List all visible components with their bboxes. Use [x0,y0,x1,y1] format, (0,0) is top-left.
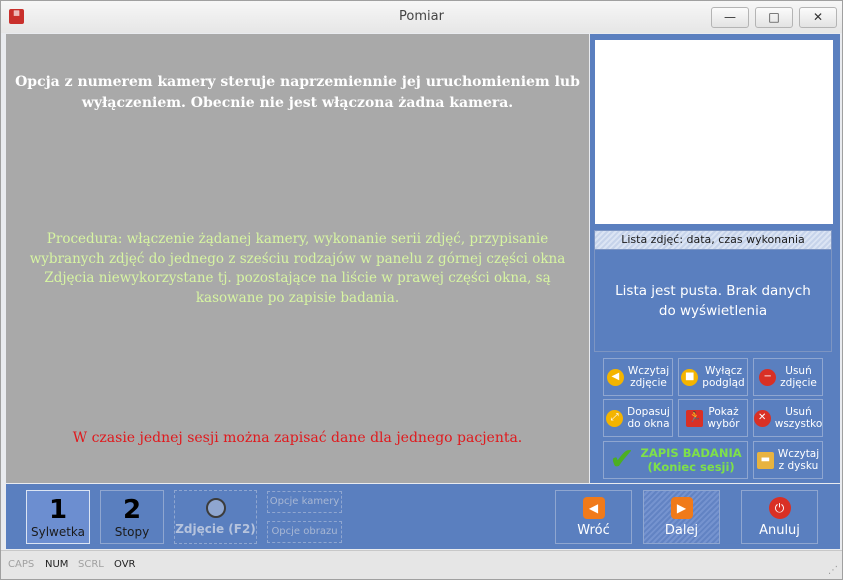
photo-list-empty-text: Lista jest pusta. Brak danych do wyświet… [615,282,811,319]
x-icon: ✕ [753,409,771,427]
load-photo-button[interactable]: ◀ Wczytaj zdjęcie [603,358,673,396]
resize-grip-icon[interactable]: ⋰ [828,565,838,576]
delete-photo-label: Usuń zdjęcie [780,365,817,389]
load-disk-label: Wczytaj z dysku [777,448,820,472]
fit-arrows-icon: ⤢ [606,409,624,427]
runner-icon: 🏃 [686,409,704,427]
num-indicator: NUM [45,559,69,570]
image-options-button[interactable]: Opcje obrazu [267,521,342,543]
camera2-number: 2 [122,495,142,525]
camera-options-button[interactable]: Opcje kamery [267,491,342,513]
fit-window-label: Dopasuj do okna [627,406,670,430]
scrl-indicator: SCRL [78,559,104,570]
camera1-label: Sylwetka [30,525,86,539]
caps-indicator: CAPS [8,559,35,570]
photo-list-header: Lista zdjęć: data, czas wykonania [594,230,832,250]
maximize-button[interactable]: □ [755,7,793,28]
checkmark-icon: ✔ [609,442,635,477]
arrow-left-icon: ◀ [582,497,605,519]
title-bar: ▦ Pomiar — □ ✕ [1,1,842,33]
ovr-indicator: OVR [114,559,136,570]
save-exam-subtitle: (Koniec sesji) [647,460,735,474]
cancel-button[interactable]: ⏻ Anuluj [741,490,818,544]
arrow-left-icon: ◀ [606,368,624,386]
arrow-right-icon: ▶ [670,497,693,519]
power-icon: ⏻ [768,497,791,519]
save-exam-title: ZAPIS BADANIA [640,446,742,460]
photo-list[interactable]: Lista jest pusta. Brak danych do wyświet… [594,250,832,352]
camera2-label: Stopy [114,525,150,539]
take-photo-button[interactable]: Zdjęcie (F2) [174,490,257,544]
camera1-number: 1 [48,495,68,525]
show-selection-button[interactable]: 🏃 Pokaż wybór [678,399,748,437]
delete-photo-button[interactable]: − Usuń zdjęcie [753,358,823,396]
camera1-button[interactable]: 1 Sylwetka [26,490,90,544]
save-exam-button[interactable]: ✔ ZAPIS BADANIA (Koniec sesji) [603,441,748,479]
crosshair-icon [205,498,226,518]
delete-all-button[interactable]: ✕ Usuń wszystko [753,399,823,437]
minimize-button[interactable]: — [711,7,749,28]
folder-icon: ▬ [756,451,774,469]
window: ▦ Pomiar — □ ✕ Opcja z numerem kamery st… [0,0,843,580]
camera-view: Opcja z numerem kamery steruje naprzemie… [6,34,589,483]
next-button[interactable]: ▶ Dalej [643,490,720,544]
next-label: Dalej [664,523,699,538]
photo-preview [595,40,833,224]
minus-icon: − [759,368,777,386]
load-disk-button[interactable]: ▬ Wczytaj z dysku [753,441,823,479]
camera2-button[interactable]: 2 Stopy [100,490,164,544]
close-button[interactable]: ✕ [799,7,837,28]
take-photo-label: Zdjęcie (F2) [175,522,256,536]
back-label: Wróć [577,523,610,538]
stop-icon: ■ [681,368,699,386]
right-panel: Lista zdjęć: data, czas wykonania Lista … [590,34,840,483]
bottom-toolbar: 1 Sylwetka 2 Stopy Zdjęcie (F2) Opcje ka… [6,484,840,549]
load-photo-label: Wczytaj zdjęcie [627,365,670,389]
session-warning-text: W czasie jednej sesji można zapisać dane… [72,430,523,446]
fit-window-button[interactable]: ⤢ Dopasuj do okna [603,399,673,437]
camera-info-text: Opcja z numerem kamery steruje naprzemie… [15,74,580,111]
disable-preview-label: Wyłącz podgląd [702,365,745,389]
show-selection-label: Pokaż wybór [707,406,740,430]
disable-preview-button[interactable]: ■ Wyłącz podgląd [678,358,748,396]
status-bar: CAPS NUM SCRL OVR ⋰ [1,550,842,579]
back-button[interactable]: ◀ Wróć [555,490,632,544]
delete-all-label: Usuń wszystko [774,406,823,430]
cancel-label: Anuluj [759,523,800,538]
procedure-text: Procedura: włączenie żądanej kamery, wyk… [29,231,566,306]
